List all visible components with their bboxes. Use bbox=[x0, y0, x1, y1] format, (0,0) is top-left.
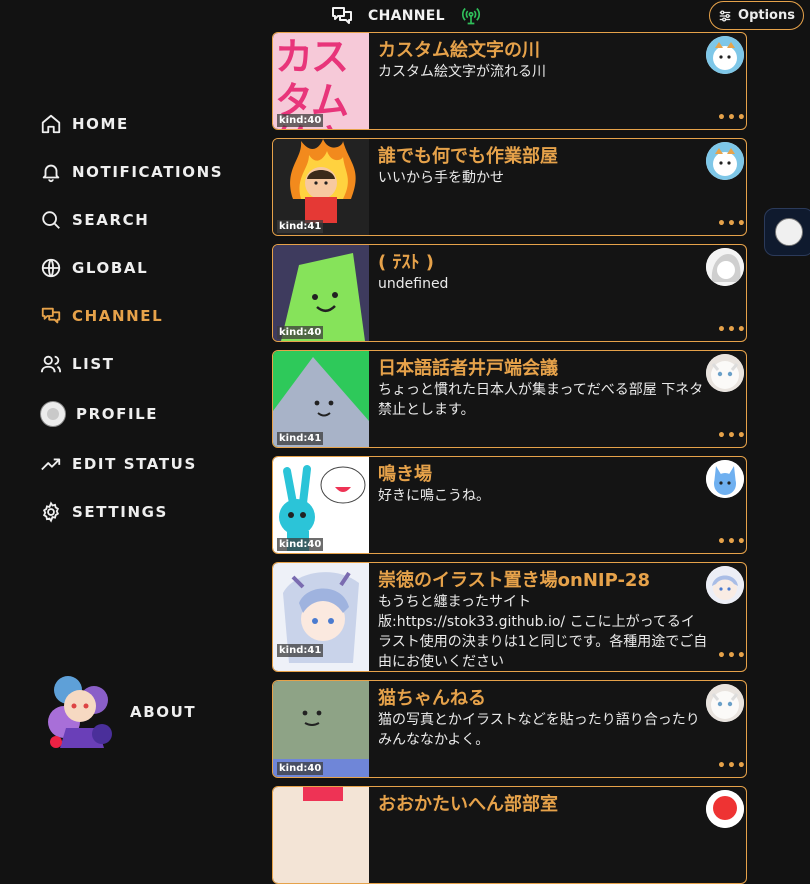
creator-avatar[interactable] bbox=[706, 248, 744, 286]
nav-global[interactable]: GLOBAL bbox=[40, 254, 148, 282]
more-menu-button[interactable]: ••• bbox=[717, 535, 746, 549]
channel-title: 誰でも何でも作業部屋 bbox=[378, 146, 558, 167]
nav-list[interactable]: LIST bbox=[40, 350, 115, 378]
page-title: CHANNEL bbox=[330, 4, 481, 28]
nav-channel[interactable]: CHANNEL bbox=[40, 302, 163, 330]
globe-icon bbox=[41, 258, 61, 278]
channel-card[interactable]: おおかたいへん部部室 bbox=[272, 786, 747, 884]
broadcast-icon bbox=[461, 7, 480, 25]
channel-description: 好きに鳴こうね。 bbox=[378, 488, 490, 504]
channel-card[interactable]: カスタム絵文字 kind:40 カスタム絵文字の川 カスタム絵文字が流れる川 •… bbox=[272, 32, 747, 130]
kind-badge: kind:41 bbox=[277, 432, 324, 445]
channel-title: 鳴き場 bbox=[378, 464, 432, 485]
creator-avatar[interactable] bbox=[706, 566, 744, 604]
nav-search-label: SEARCH bbox=[72, 211, 150, 229]
home-icon bbox=[41, 114, 61, 134]
nav-search[interactable]: SEARCH bbox=[40, 206, 149, 234]
channel-title: 崇徳のイラスト置き場onNIP-28 bbox=[378, 570, 650, 591]
nav-list-label: LIST bbox=[72, 355, 115, 373]
channel-description: いいから手を動かせ bbox=[378, 170, 504, 186]
channel-title: ( ﾃｽﾄ ) bbox=[378, 252, 434, 273]
kind-badge: kind:40 bbox=[277, 114, 324, 127]
creator-avatar[interactable] bbox=[706, 684, 744, 722]
floating-post-button[interactable] bbox=[764, 208, 810, 256]
nav-profile[interactable]: PROFILE bbox=[40, 400, 158, 428]
nav-home-label: HOME bbox=[72, 115, 129, 133]
nav-about[interactable]: ABOUT bbox=[44, 672, 196, 752]
nav-settings[interactable]: SETTINGS bbox=[40, 498, 168, 526]
channel-card[interactable]: kind:40 猫ちゃんねる 猫の写真とかイラストなどを貼ったり語り合ったり み… bbox=[272, 680, 747, 778]
trend-icon bbox=[41, 458, 61, 471]
channel-title: おおかたいへん部部室 bbox=[378, 794, 558, 815]
nav-about-label: ABOUT bbox=[130, 703, 197, 721]
header: CHANNEL Options bbox=[0, 0, 810, 32]
more-menu-button[interactable]: ••• bbox=[717, 759, 746, 773]
nav-settings-label: SETTINGS bbox=[72, 503, 168, 521]
channel-description: ちょっと慣れた日本人が集まってだべる部屋 下ネタ禁止とします。 bbox=[378, 382, 704, 418]
channel-description: もうちと纏まったサイト版:https://stok33.github.io/ こ… bbox=[378, 594, 708, 670]
kind-badge: kind:41 bbox=[277, 220, 324, 233]
channel-thumbnail: カスタム絵文字 kind:40 bbox=[273, 33, 369, 129]
creator-avatar[interactable] bbox=[706, 790, 744, 828]
nav-channel-label: CHANNEL bbox=[72, 307, 164, 325]
creator-avatar[interactable] bbox=[706, 36, 744, 74]
users-icon bbox=[40, 355, 62, 373]
nav-edit-status-label: EDIT STATUS bbox=[72, 455, 197, 473]
channel-card[interactable]: kind:41 誰でも何でも作業部屋 いいから手を動かせ ••• bbox=[272, 138, 747, 236]
user-avatar bbox=[775, 218, 803, 246]
channel-description: 猫の写真とかイラストなどを貼ったり語り合ったり みんななかよく。 bbox=[378, 712, 700, 748]
options-label: Options bbox=[738, 8, 795, 23]
channel-title: カスタム絵文字の川 bbox=[378, 40, 540, 61]
kind-badge: kind:40 bbox=[277, 538, 324, 551]
creator-avatar[interactable] bbox=[706, 460, 744, 498]
channel-card[interactable]: kind:41 日本語話者井戸端会議 ちょっと慣れた日本人が集まってだべる部屋 … bbox=[272, 350, 747, 448]
nav-edit-status[interactable]: EDIT STATUS bbox=[40, 450, 197, 478]
nav-profile-label: PROFILE bbox=[76, 405, 159, 423]
channel-card[interactable]: kind:41 崇徳のイラスト置き場onNIP-28 もうちと纏まったサイト版:… bbox=[272, 562, 747, 672]
creator-avatar[interactable] bbox=[706, 142, 744, 180]
kind-badge: kind:41 bbox=[277, 644, 324, 657]
profile-avatar bbox=[40, 401, 66, 427]
nav-notifications-label: NOTIFICATIONS bbox=[72, 163, 224, 181]
channel-title: 日本語話者井戸端会議 bbox=[378, 358, 558, 379]
channel-description: カスタム絵文字が流れる川 bbox=[378, 64, 546, 80]
more-menu-button[interactable]: ••• bbox=[717, 111, 746, 125]
gear-icon bbox=[42, 501, 60, 523]
creator-avatar[interactable] bbox=[706, 354, 744, 392]
about-mascot-icon bbox=[48, 676, 112, 748]
channel-description: undefined bbox=[378, 276, 449, 292]
more-menu-button[interactable]: ••• bbox=[717, 217, 746, 231]
channel-card[interactable]: kind:40 鳴き場 好きに鳴こうね。 ••• bbox=[272, 456, 747, 554]
search-icon bbox=[42, 211, 60, 229]
more-menu-button[interactable]: ••• bbox=[717, 323, 746, 337]
nav-home[interactable]: HOME bbox=[40, 110, 129, 138]
sidebar: HOME NOTIFICATIONS SEARCH GLOBAL CHANNEL… bbox=[0, 0, 260, 800]
nav-global-label: GLOBAL bbox=[72, 259, 149, 277]
channel-thumbnail bbox=[273, 787, 369, 883]
kind-badge: kind:40 bbox=[277, 326, 324, 339]
bell-icon bbox=[42, 164, 60, 183]
channel-icon bbox=[41, 307, 61, 324]
more-menu-button[interactable]: ••• bbox=[717, 429, 746, 443]
nav-notifications[interactable]: NOTIFICATIONS bbox=[40, 158, 223, 186]
channel-title: 猫ちゃんねる bbox=[378, 688, 486, 709]
options-button[interactable]: Options bbox=[709, 1, 804, 30]
more-menu-button[interactable]: ••• bbox=[717, 649, 746, 663]
channel-card[interactable]: kind:40 ( ﾃｽﾄ ) undefined ••• bbox=[272, 244, 747, 342]
sliders-icon bbox=[719, 9, 731, 22]
page-title-text: CHANNEL bbox=[368, 8, 445, 24]
kind-badge: kind:40 bbox=[277, 762, 324, 775]
channel-icon bbox=[332, 7, 352, 24]
